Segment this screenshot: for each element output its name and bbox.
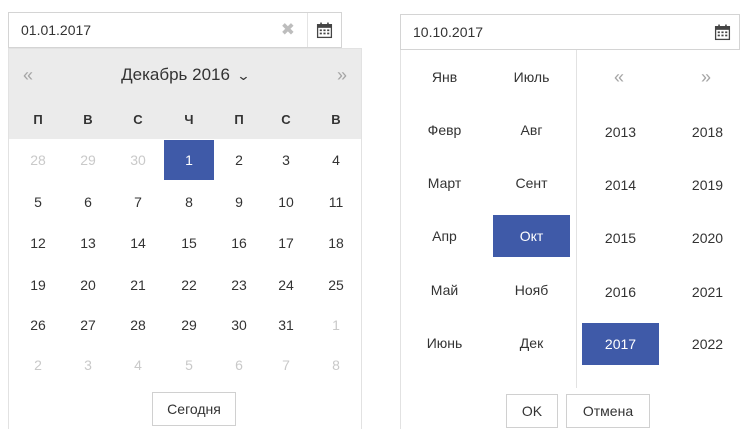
day-cell[interactable]: 13 [63, 223, 113, 263]
year-cell[interactable]: 2014 [582, 164, 659, 206]
day-cell[interactable]: 9 [214, 182, 264, 222]
cancel-button[interactable]: Отмена [566, 394, 650, 428]
clear-icon[interactable]: ✖ [281, 21, 295, 39]
right-date-input[interactable]: 10.10.2017 [400, 14, 740, 50]
year-cell[interactable]: 2020 [669, 217, 741, 259]
day-cell[interactable]: 14 [113, 223, 163, 263]
weekday-label: П [33, 112, 43, 127]
day-cell[interactable]: 23 [214, 265, 264, 305]
day-cell[interactable]: 30 [113, 140, 163, 180]
month-cell[interactable]: Май [406, 269, 483, 311]
panel-border [400, 50, 401, 429]
year-cell[interactable]: 2018 [669, 111, 741, 153]
day-cell[interactable]: 4 [113, 345, 163, 385]
day-cell[interactable]: 8 [311, 345, 361, 385]
calendar-icon [714, 24, 730, 40]
month-cell[interactable]: Апр [406, 215, 483, 257]
year-cell[interactable]: 2022 [669, 323, 741, 365]
day-cell[interactable]: 2 [13, 345, 63, 385]
right-date-value[interactable]: 10.10.2017 [401, 24, 739, 40]
day-cell[interactable]: 6 [214, 345, 264, 385]
left-date-input[interactable]: 01.01.2017 ✖ [8, 12, 342, 48]
months-divider [576, 50, 577, 388]
weekday-label: С [281, 112, 291, 127]
day-cell[interactable]: 17 [261, 223, 311, 263]
left-calendar-button[interactable] [307, 13, 341, 47]
chevron-down-icon: ⌄ [236, 68, 251, 83]
year-cell-selected[interactable]: 2017 [582, 323, 659, 365]
day-cell[interactable]: 3 [261, 140, 311, 180]
month-cell[interactable]: Март [406, 162, 483, 204]
weekday-label: В [83, 112, 93, 127]
day-cell[interactable]: 16 [214, 223, 264, 263]
day-cell[interactable]: 30 [214, 305, 264, 345]
year-cell[interactable]: 2015 [582, 217, 659, 259]
day-cell[interactable]: 1 [311, 305, 361, 345]
year-cell[interactable]: 2019 [669, 164, 741, 206]
day-cell[interactable]: 2 [214, 140, 264, 180]
month-cell[interactable]: Июнь [406, 322, 483, 364]
calendar-header: « Декабрь 2016 ⌄ » ПВСЧПСВ [9, 49, 361, 139]
day-cell[interactable]: 27 [63, 305, 113, 345]
day-cell[interactable]: 29 [164, 305, 214, 345]
day-cell[interactable]: 15 [164, 223, 214, 263]
day-cell[interactable]: 20 [63, 265, 113, 305]
day-cell[interactable]: 28 [13, 140, 63, 180]
day-cell[interactable]: 8 [164, 182, 214, 222]
month-cell[interactable]: Нояб [493, 269, 570, 311]
month-cell-selected[interactable]: Окт [493, 215, 570, 257]
day-cell[interactable]: 11 [311, 182, 361, 222]
day-cell[interactable]: 28 [113, 305, 163, 345]
day-cell[interactable]: 18 [311, 223, 361, 263]
next-years-button[interactable]: » [701, 68, 711, 86]
month-cell[interactable]: Авг [493, 109, 570, 151]
today-button[interactable]: Сегодня [152, 392, 236, 426]
day-cell[interactable]: 24 [261, 265, 311, 305]
day-cell-selected[interactable]: 1 [164, 140, 214, 180]
day-cell[interactable]: 4 [311, 140, 361, 180]
month-cell[interactable]: Сент [493, 162, 570, 204]
next-month-button[interactable]: » [337, 66, 347, 84]
day-cell[interactable]: 5 [13, 182, 63, 222]
year-cell[interactable]: 2013 [582, 111, 659, 153]
left-calendar-popup: « Декабрь 2016 ⌄ » ПВСЧПСВ 28 29 30 1 2 3 4 5 6 7 8… [8, 48, 362, 429]
month-cell[interactable]: Июль [493, 56, 570, 98]
month-select[interactable]: Декабрь 2016 ⌄ [9, 65, 361, 85]
day-cell[interactable]: 12 [13, 223, 63, 263]
day-cell[interactable]: 25 [311, 265, 361, 305]
day-cell[interactable]: 10 [261, 182, 311, 222]
day-cell[interactable]: 5 [164, 345, 214, 385]
year-cell[interactable]: 2016 [582, 271, 659, 313]
ok-button[interactable]: OK [506, 394, 558, 428]
day-cell[interactable]: 7 [113, 182, 163, 222]
month-cell[interactable]: Февр [406, 109, 483, 151]
right-calendar-button[interactable] [705, 15, 739, 49]
month-cell[interactable]: Янв [406, 56, 483, 98]
month-cell[interactable]: Дек [493, 322, 570, 364]
calendar-icon [316, 22, 333, 38]
weekday-label: В [331, 112, 341, 127]
weekday-label: П [234, 112, 244, 127]
prev-years-button[interactable]: « [614, 68, 624, 86]
day-cell[interactable]: 3 [63, 345, 113, 385]
year-cell[interactable]: 2021 [669, 271, 741, 313]
day-cell[interactable]: 29 [63, 140, 113, 180]
weekday-label: Ч [184, 112, 194, 127]
day-cell[interactable]: 26 [13, 305, 63, 345]
day-cell[interactable]: 6 [63, 182, 113, 222]
day-cell[interactable]: 22 [164, 265, 214, 305]
day-cell[interactable]: 19 [13, 265, 63, 305]
day-cell[interactable]: 21 [113, 265, 163, 305]
month-year-popup: Янв Февр Март Апр Май Июнь Июль Авг Сент Окт Нояб Д… [400, 50, 741, 429]
weekday-label: С [133, 112, 143, 127]
month-label: Декабрь 2016 [121, 65, 230, 84]
day-cell[interactable]: 31 [261, 305, 311, 345]
day-cell[interactable]: 7 [261, 345, 311, 385]
